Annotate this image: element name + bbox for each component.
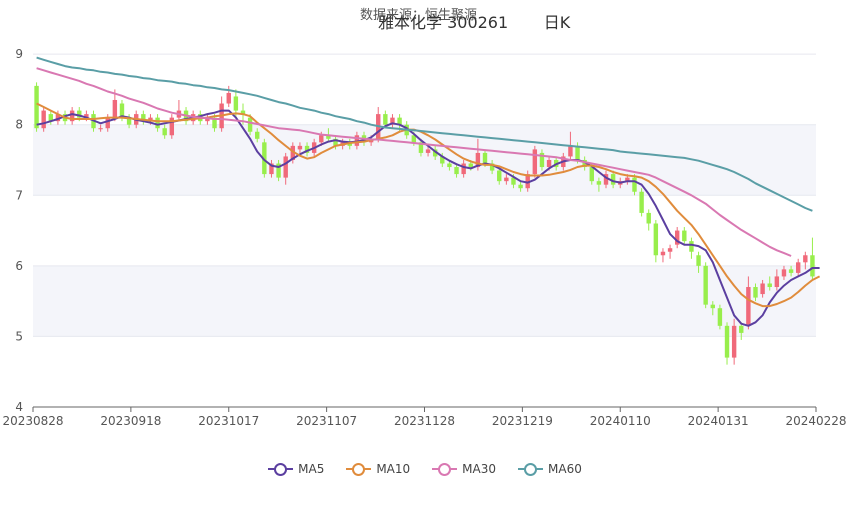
x-tick-label: 20240110 xyxy=(590,414,651,428)
candle-body xyxy=(781,269,787,277)
candle-body xyxy=(283,156,288,178)
y-tick-label: 6 xyxy=(15,259,23,273)
legend: MA5 MA10 MA30 MA60 xyxy=(0,462,850,476)
x-tick-label: 20231107 xyxy=(296,414,357,428)
grid-lines xyxy=(33,53,816,408)
candle-body xyxy=(504,177,509,182)
candle-body xyxy=(731,325,737,358)
candle-body xyxy=(575,145,580,160)
legend-swatch-ma10 xyxy=(346,462,372,476)
candle-body xyxy=(468,163,473,168)
y-tick-label: 4 xyxy=(15,400,23,414)
plot-band xyxy=(33,265,816,337)
kline-chart: 4 5 6 7 8 9 20230828 20230918 20231017 20231107 20… xyxy=(2,47,846,428)
legend-item-ma5[interactable]: MA5 xyxy=(268,462,324,476)
y-tick-label: 5 xyxy=(15,329,23,343)
x-tick-label: 20240228 xyxy=(785,414,846,428)
x-tick-label: 20231128 xyxy=(394,414,455,428)
candle-body xyxy=(497,170,502,182)
candle-body xyxy=(319,135,324,143)
x-tick-label: 20230828 xyxy=(2,414,63,428)
y-tick-label: 9 xyxy=(15,47,23,61)
candle-body xyxy=(639,191,644,213)
legend-label-ma30: MA30 xyxy=(462,462,497,476)
x-tick-label: 20231219 xyxy=(492,414,553,428)
candle-body xyxy=(739,325,744,333)
legend-item-ma60[interactable]: MA60 xyxy=(518,462,582,476)
candle-body xyxy=(105,117,110,129)
candle-body xyxy=(753,287,758,298)
legend-label-ma5: MA5 xyxy=(298,462,325,476)
candle-body xyxy=(112,99,118,118)
candle-body xyxy=(746,287,751,326)
candle-body xyxy=(682,230,687,242)
x-tick-label: 20231017 xyxy=(198,414,259,428)
candle-body xyxy=(383,114,388,125)
candle-body xyxy=(795,262,801,273)
candle-body xyxy=(660,251,666,256)
candle-body xyxy=(546,159,552,168)
candle-body xyxy=(696,255,701,266)
candle-body xyxy=(653,223,659,256)
candle-body xyxy=(482,152,488,164)
candle-body xyxy=(226,92,231,104)
candle-body xyxy=(589,167,594,182)
candle-body xyxy=(803,255,808,263)
candle-body xyxy=(297,145,303,150)
candle-body xyxy=(710,304,715,309)
candle-body xyxy=(34,85,39,129)
candle-body xyxy=(425,149,431,153)
candle-body xyxy=(568,145,573,157)
candle-body xyxy=(724,325,730,358)
legend-label-ma60: MA60 xyxy=(548,462,582,476)
candle-body xyxy=(247,117,253,132)
candle-body xyxy=(596,181,602,185)
legend-item-ma30[interactable]: MA30 xyxy=(432,462,496,476)
legend-swatch-ma60 xyxy=(518,462,544,476)
candle-body xyxy=(646,212,651,224)
y-tick-label: 7 xyxy=(15,188,23,202)
candle-body xyxy=(447,163,452,168)
candle-body xyxy=(98,128,103,130)
candle-body xyxy=(703,265,708,305)
y-tick-label: 8 xyxy=(15,118,23,132)
candle-body xyxy=(518,184,523,189)
candle-body xyxy=(760,283,765,295)
candle-body xyxy=(41,110,46,129)
x-tick-label: 20240131 xyxy=(688,414,749,428)
legend-item-ma10[interactable]: MA10 xyxy=(346,462,410,476)
legend-swatch-ma5 xyxy=(268,462,294,476)
x-tick-label: 20230918 xyxy=(100,414,161,428)
candle-body xyxy=(162,128,167,136)
candle-body xyxy=(767,283,772,288)
candle-body xyxy=(774,276,780,288)
candle-body xyxy=(461,163,466,175)
candle-body xyxy=(255,131,260,139)
candle-body xyxy=(233,96,239,111)
legend-swatch-ma30 xyxy=(432,462,458,476)
candle-body xyxy=(689,241,694,252)
candle-body xyxy=(717,308,723,326)
chart-title: 雅本化学 300261 日K xyxy=(378,13,571,32)
candle-body xyxy=(632,177,637,192)
plot-background-bands xyxy=(33,124,816,337)
candle-body xyxy=(532,149,538,175)
axes: 4 5 6 7 8 9 20230828 20230918 20231017 20231107 20… xyxy=(2,47,846,428)
candle-body xyxy=(667,248,673,252)
candle-body xyxy=(788,269,794,273)
candle-body xyxy=(454,167,459,175)
candle-body xyxy=(155,117,160,129)
candle-body xyxy=(810,255,815,277)
legend-label-ma10: MA10 xyxy=(376,462,411,476)
